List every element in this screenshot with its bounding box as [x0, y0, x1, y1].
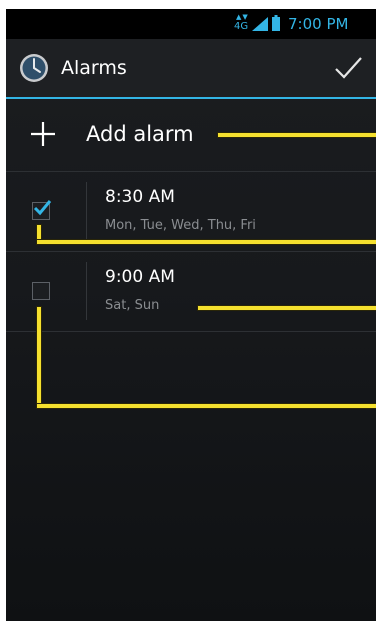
status-clock: 7:00 PM [288, 15, 349, 33]
action-bar: Alarms [6, 39, 376, 99]
callout-line-checkbox-horizontal [37, 240, 376, 244]
alarm-repeat-days: Mon, Tue, Wed, Thu, Fri [105, 218, 256, 233]
alarm-list-item[interactable]: 9:00 AM Sat, Sun [6, 252, 376, 330]
list-divider [6, 331, 376, 332]
alarm-toggle-cell[interactable] [6, 172, 86, 250]
callout-line-add-alarm [218, 133, 376, 137]
network-activity-arrows: ▲▼ [236, 13, 249, 21]
row-separator [86, 182, 87, 240]
network-4g-icon: ▲▼ 4G [234, 13, 249, 33]
network-type-label: 4G [234, 21, 249, 32]
alarm-toggle-cell[interactable] [6, 252, 86, 330]
alarm-time: 9:00 AM [105, 267, 175, 287]
phone-screen: ▲▼ 4G 7:00 PM Alarms Add alarm 8:30 AM M… [6, 9, 376, 621]
checkmark-icon [33, 200, 52, 216]
add-alarm-label: Add alarm [86, 122, 194, 146]
signal-icon [252, 17, 268, 31]
alarm-enabled-checkbox[interactable] [32, 200, 52, 220]
status-bar: ▲▼ 4G 7:00 PM [6, 9, 376, 39]
callout-line-alarm-horizontal [37, 404, 376, 408]
alarm-repeat-days: Sat, Sun [105, 298, 160, 313]
callout-line-repeat-days [198, 306, 376, 310]
page-title: Alarms [61, 57, 127, 79]
clock-icon[interactable] [19, 53, 49, 83]
battery-icon [272, 15, 280, 31]
alarm-list-item[interactable]: 8:30 AM Mon, Tue, Wed, Thu, Fri [6, 172, 376, 250]
alarm-time: 8:30 AM [105, 187, 175, 207]
alarm-enabled-checkbox[interactable] [32, 282, 50, 300]
plus-icon [31, 122, 55, 146]
row-separator [86, 262, 87, 320]
callout-line-alarm-vertical [37, 307, 41, 407]
checkmark-icon[interactable] [332, 55, 364, 81]
